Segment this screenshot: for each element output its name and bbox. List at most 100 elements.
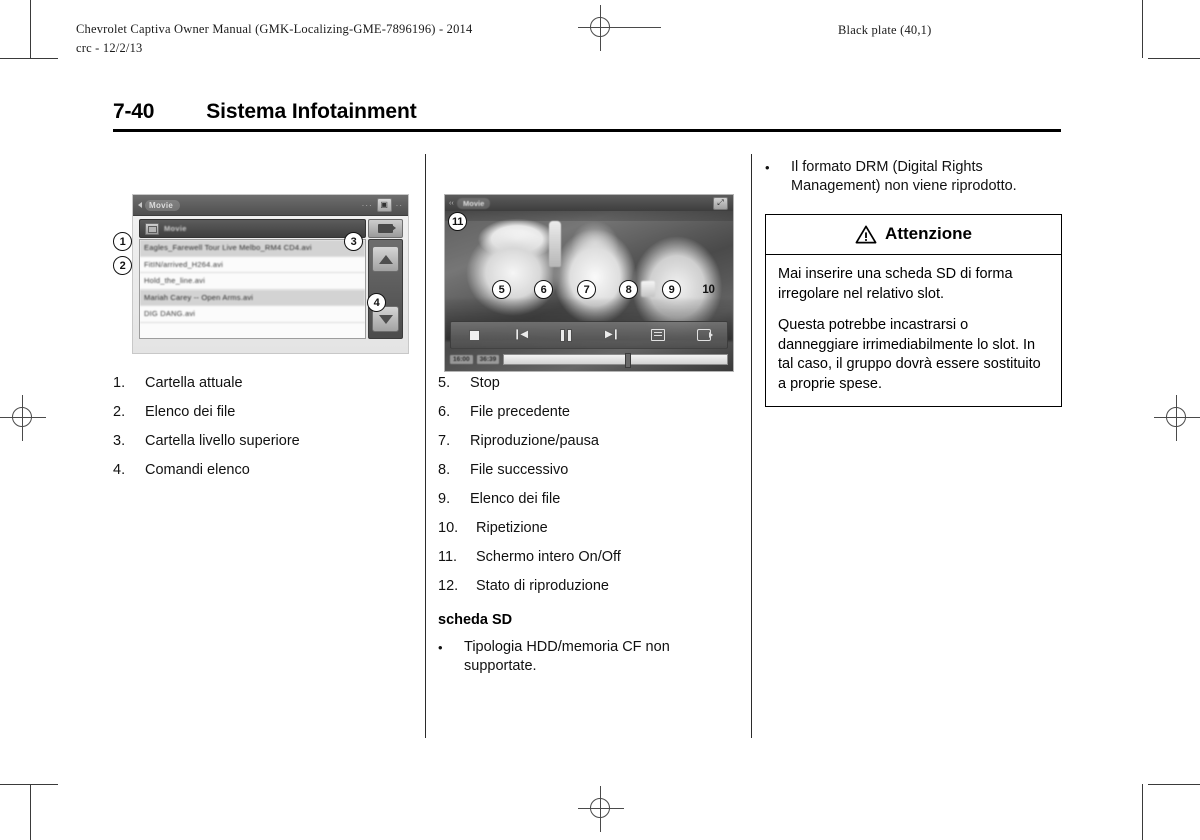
list-item[interactable]: Hold_the_line.avi [140, 273, 365, 290]
current-folder-label: Movie [164, 224, 187, 233]
list-item-number: 4. [113, 462, 126, 478]
column-left: Movie ··· ▣ ·· Movie Eagles_Farewell Tou… [113, 154, 409, 490]
list-item: 11. Schermo intero On/Off [438, 548, 734, 567]
registration-mark-top [578, 5, 624, 51]
caution-heading: Attenzione [766, 215, 1061, 255]
column-divider-1 [425, 154, 426, 738]
list-item-label: Elenco dei file [470, 491, 561, 507]
callout-8: 8 [619, 280, 638, 299]
list-item-label: Stop [470, 375, 500, 391]
list-item-number: 11. [438, 549, 458, 565]
repeat-button[interactable] [681, 329, 727, 341]
registration-mark-bottom [578, 786, 624, 832]
titlebar-ellipsis: ··· [361, 200, 373, 210]
running-header-line2: crc - 12/2/13 [76, 41, 143, 55]
subheading-sd-card: scheda SD [438, 612, 513, 628]
caution-body: Mai inserire una scheda SD di forma irre… [766, 255, 1061, 406]
callout-10: 10 [702, 283, 715, 296]
back-chevron-icon[interactable] [138, 202, 142, 208]
stop-button[interactable] [451, 329, 497, 341]
file-list-button[interactable] [635, 329, 681, 341]
progress-bar[interactable] [503, 352, 728, 368]
list-item-number: 2. [113, 404, 126, 420]
list-item[interactable]: Mariah Carey -- Open Arms.avi [140, 289, 365, 306]
caution-heading-text: Attenzione [885, 224, 972, 243]
titlebar-ellipsis-2: ·· [395, 200, 403, 210]
bullet-item: • Il formato DRM (Digital Rights Managem… [765, 158, 1062, 196]
list-item: 10. Ripetizione [438, 519, 734, 538]
page-title: 7-40 Sistema Infotainment [113, 100, 1061, 132]
list-item[interactable]: FitIN/arrived_H264.avi [140, 257, 365, 273]
figure-file-list: Movie ··· ▣ ·· Movie Eagles_Farewell Tou… [113, 154, 409, 354]
list-item-label: File successivo [470, 462, 569, 478]
list-item-number: 9. [438, 491, 451, 507]
list-item-label: Riproduzione/pausa [470, 433, 599, 449]
list-item-number: 10. [438, 520, 459, 536]
list-item-number: 7. [438, 433, 451, 449]
list-item: 8. File successivo [438, 461, 734, 480]
list-item-label: Cartella livello superiore [145, 433, 300, 449]
next-file-button[interactable]: ▶❙ [589, 330, 635, 340]
list-controls[interactable] [368, 239, 403, 339]
list-item-label: File precedente [470, 404, 570, 420]
stop-icon [468, 329, 480, 341]
bullet-text: Il formato DRM (Digital Rights Managemen… [791, 159, 1017, 194]
bullet-text: Tipologia HDD/memoria CF non supportate. [464, 639, 670, 674]
registration-mark-right [1154, 395, 1200, 441]
list-item[interactable]: DIG DANG.avi [140, 306, 365, 323]
list-item: 3. Cartella livello superiore [113, 432, 409, 451]
bullet-item: • Tipologia HDD/memoria CF non supportat… [438, 638, 734, 676]
repeat-icon [697, 329, 713, 341]
playback-controls[interactable]: ❙◀ ▶❙ [450, 321, 728, 349]
list-item: 1. Cartella attuale [113, 374, 409, 393]
callout-6: 6 [534, 280, 553, 299]
list-item: 4. Comandi elenco [113, 461, 409, 480]
legend-list-left: 1. Cartella attuale 2. Elenco dei file 3… [113, 374, 409, 480]
callout-1: 1 [113, 232, 132, 251]
bullet-marker: • [438, 640, 443, 655]
list-item-label: Elenco dei file [145, 404, 236, 420]
minimize-icon[interactable]: ▣ [376, 198, 392, 212]
folder-up-icon [378, 224, 396, 233]
title-rule [113, 129, 1061, 132]
fullscreen-toggle-button[interactable]: ⤢ [713, 196, 728, 210]
list-item: 2. Elenco dei file [113, 403, 409, 422]
crop-mark-tr-v [1142, 0, 1143, 58]
player-titlebar: ‹‹ Movie ⤢ [445, 195, 733, 211]
callout-5: 5 [492, 280, 511, 299]
arrow-up-icon [378, 254, 393, 264]
infotainment-screen-file-list: Movie ··· ▣ ·· Movie Eagles_Farewell Tou… [132, 194, 409, 354]
reg-tick-top [601, 27, 661, 28]
crop-mark-br-h [1148, 784, 1200, 785]
file-list[interactable]: Eagles_Farewell Tour Live Melbo_RM4 CD4.… [139, 239, 366, 339]
scroll-up-button[interactable] [372, 246, 399, 272]
running-header-left: Chevrolet Captiva Owner Manual (GMK-Loca… [76, 20, 472, 58]
crop-mark-br-v [1142, 784, 1143, 840]
progress-thumb[interactable] [624, 352, 631, 368]
callout-9: 9 [662, 280, 681, 299]
screen-titlebar: Movie ··· ▣ ·· [133, 195, 408, 216]
bullet-marker: • [765, 160, 770, 175]
list-item-number: 6. [438, 404, 451, 420]
caution-paragraph: Questa potrebbe incastrarsi o danneggiar… [778, 317, 1041, 392]
previous-file-button[interactable]: ❙◀ [497, 330, 543, 340]
list-item-label: Stato di riproduzione [476, 578, 609, 594]
player-title: Movie [457, 197, 491, 209]
back-chevron-icon[interactable]: ‹‹ [449, 200, 454, 207]
warning-triangle-icon [855, 225, 877, 243]
list-item[interactable]: Eagles_Farewell Tour Live Melbo_RM4 CD4.… [140, 240, 365, 257]
page-number: 7-40 [113, 100, 155, 123]
crop-mark-tl-v [30, 0, 31, 58]
list-item-label: Schermo intero On/Off [476, 549, 621, 565]
list-item-label: Cartella attuale [145, 375, 243, 391]
play-pause-button[interactable] [543, 328, 589, 342]
current-folder-bar[interactable]: Movie [139, 219, 366, 238]
list-item: 9. Elenco dei file [438, 490, 734, 509]
callout-2: 2 [113, 256, 132, 275]
crop-mark-bl-v [30, 784, 31, 840]
previous-icon: ❙◀ [512, 329, 528, 340]
folder-icon [145, 222, 159, 235]
crop-mark-bl-h [0, 784, 58, 785]
playback-status[interactable]: 16:00 36:39 [450, 352, 728, 368]
parent-folder-button[interactable] [368, 219, 403, 238]
